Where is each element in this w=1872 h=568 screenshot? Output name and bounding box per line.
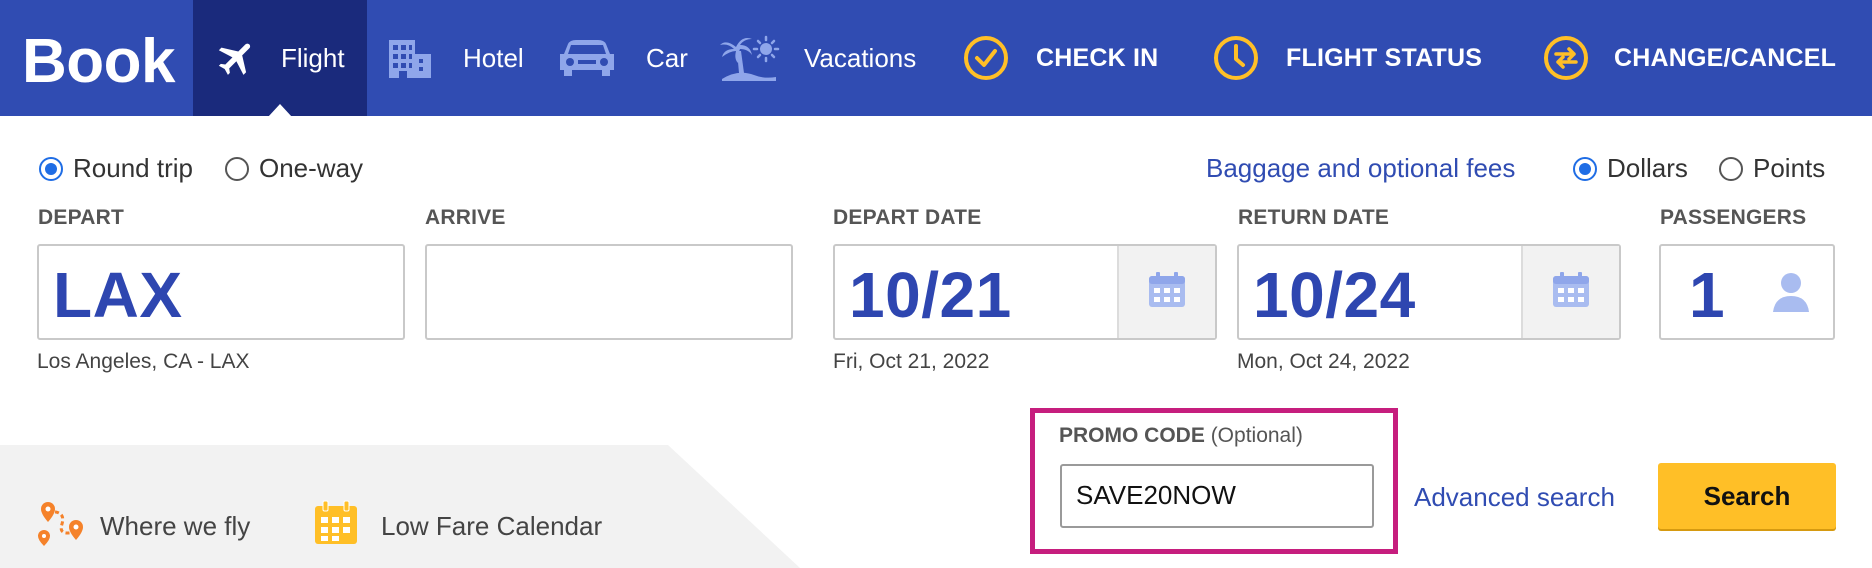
depart-date-label: DEPART DATE xyxy=(833,206,982,229)
depart-airport-detail: Los Angeles, CA - LAX xyxy=(37,350,250,373)
depart-label: DEPART xyxy=(38,206,124,229)
depart-date-field[interactable]: 10/21 xyxy=(833,244,1217,340)
points-radio[interactable]: Points xyxy=(1719,153,1825,184)
flight-status-label: FLIGHT STATUS xyxy=(1286,43,1483,72)
dollars-radio[interactable]: Dollars xyxy=(1573,153,1688,184)
baggage-fees-link[interactable]: Baggage and optional fees xyxy=(1206,153,1515,184)
return-date-label: RETURN DATE xyxy=(1238,206,1390,229)
advanced-search-link[interactable]: Advanced search xyxy=(1414,482,1615,513)
arrive-field[interactable] xyxy=(425,244,793,340)
book-title: Book xyxy=(22,27,176,96)
calendar-icon xyxy=(1147,271,1187,314)
car-icon xyxy=(558,36,616,80)
depart-date-detail: Fri, Oct 21, 2022 xyxy=(833,350,990,373)
dollars-radio-dot[interactable] xyxy=(1573,156,1597,181)
palm-tree-icon xyxy=(718,35,780,81)
change-cancel-link[interactable]: CHANGE/CANCEL xyxy=(1542,0,1836,116)
passengers-field[interactable]: 1 xyxy=(1659,244,1835,340)
where-we-fly-link[interactable]: Where we fly xyxy=(36,500,250,553)
points-label: Points xyxy=(1753,153,1826,183)
top-navigation-bar: Book Flight Hotel Car Vacations CHECK IN… xyxy=(0,0,1872,117)
promo-code-optional: (Optional) xyxy=(1210,424,1303,447)
tab-hotel-label: Hotel xyxy=(463,42,524,73)
one-way-label: One-way xyxy=(259,153,364,183)
tab-car-label: Car xyxy=(646,42,688,73)
promo-code-input[interactable]: SAVE20NOW xyxy=(1060,464,1374,528)
airplane-icon xyxy=(215,36,259,80)
dollars-label: Dollars xyxy=(1607,153,1688,183)
promo-code-title: PROMO CODE xyxy=(1059,424,1205,447)
check-in-label: CHECK IN xyxy=(1036,43,1159,72)
depart-date-value: 10/21 xyxy=(849,259,1012,331)
promo-code-label: PROMO CODE (Optional) xyxy=(1059,424,1303,448)
where-we-fly-label: Where we fly xyxy=(100,511,251,541)
check-circle-icon xyxy=(962,34,1010,82)
one-way-radio-dot[interactable] xyxy=(225,156,249,181)
tab-car[interactable]: Car xyxy=(558,0,688,116)
return-date-value: 10/24 xyxy=(1253,259,1416,331)
calendar-icon xyxy=(313,500,359,553)
one-way-radio[interactable]: One-way xyxy=(225,153,363,184)
depart-field[interactable]: LAX xyxy=(37,244,405,340)
return-date-calendar-button[interactable] xyxy=(1521,246,1619,338)
low-fare-calendar-label: Low Fare Calendar xyxy=(381,511,603,541)
hotel-icon xyxy=(385,36,433,80)
return-date-field[interactable]: 10/24 xyxy=(1237,244,1621,340)
flight-status-link[interactable]: FLIGHT STATUS xyxy=(1212,0,1482,116)
tab-vacations[interactable]: Vacations xyxy=(718,0,916,116)
route-map-icon xyxy=(36,500,86,553)
active-tab-caret xyxy=(268,104,292,117)
depart-date-calendar-button[interactable] xyxy=(1117,246,1215,338)
passengers-value: 1 xyxy=(1689,259,1726,331)
search-button[interactable]: Search xyxy=(1658,463,1836,529)
check-in-link[interactable]: CHECK IN xyxy=(962,0,1158,116)
return-date-detail: Mon, Oct 24, 2022 xyxy=(1237,350,1410,373)
tab-vacations-label: Vacations xyxy=(804,42,917,73)
tab-flight[interactable]: Flight xyxy=(193,0,367,117)
change-cancel-label: CHANGE/CANCEL xyxy=(1614,43,1837,72)
clock-icon xyxy=(1212,34,1260,82)
tab-hotel[interactable]: Hotel xyxy=(385,0,524,116)
round-trip-radio-dot[interactable] xyxy=(39,156,63,181)
passengers-label: PASSENGERS xyxy=(1660,206,1807,229)
round-trip-label: Round trip xyxy=(73,153,193,183)
round-trip-radio[interactable]: Round trip xyxy=(39,153,193,184)
depart-value: LAX xyxy=(53,259,183,331)
low-fare-calendar-link[interactable]: Low Fare Calendar xyxy=(313,500,602,553)
person-icon xyxy=(1771,270,1811,319)
tab-flight-label: Flight xyxy=(281,42,345,73)
swap-arrows-icon xyxy=(1542,34,1590,82)
calendar-icon xyxy=(1551,271,1591,314)
arrive-label: ARRIVE xyxy=(425,206,506,229)
points-radio-dot[interactable] xyxy=(1719,156,1743,181)
